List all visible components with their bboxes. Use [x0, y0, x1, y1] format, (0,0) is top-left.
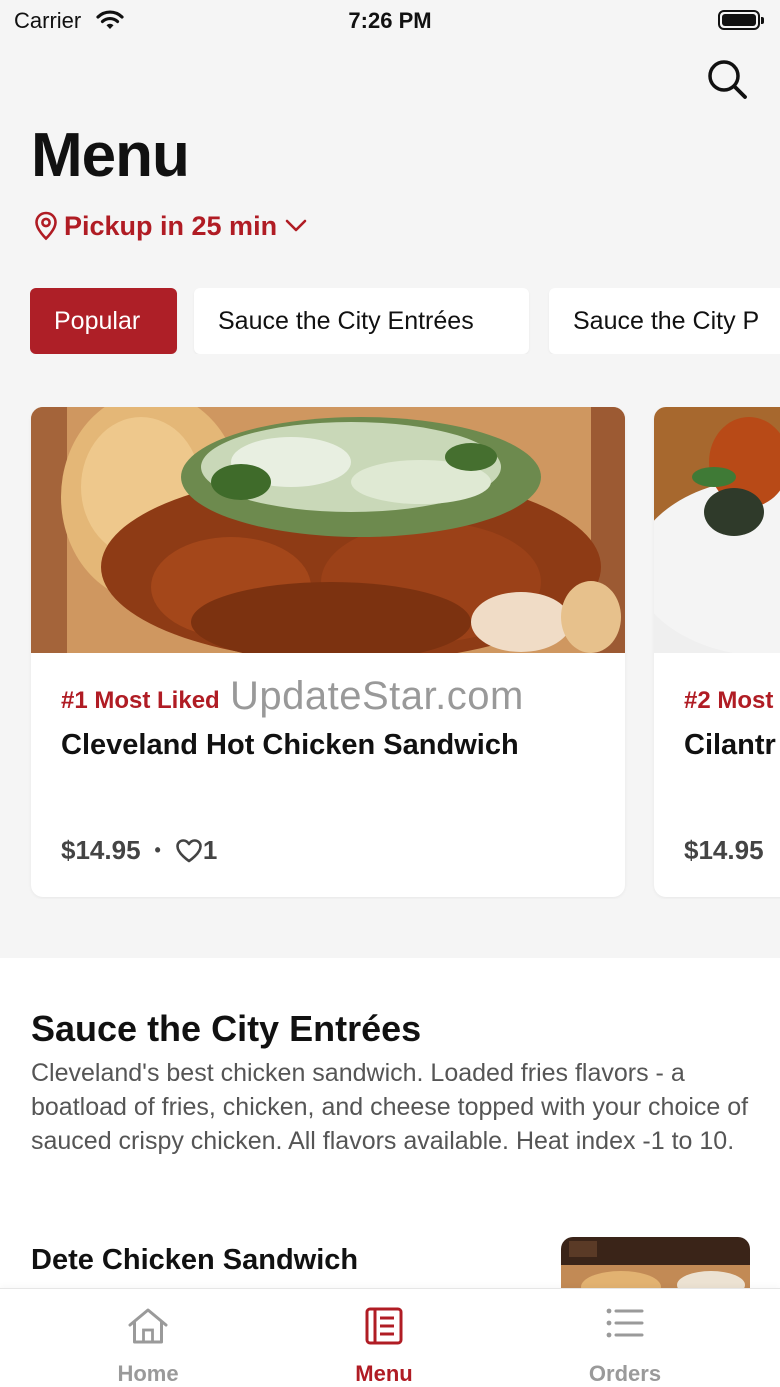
orders-icon: [606, 1308, 644, 1338]
watermark-text: UpdateStar.com: [230, 674, 524, 718]
page-title: Menu: [31, 121, 190, 190]
location-pin-icon: [35, 211, 57, 241]
item-price: $14.95: [61, 835, 141, 865]
item-name: Cilantr: [684, 729, 776, 761]
item-price: $14.95: [684, 835, 764, 865]
status-bar: Carrier 7:26 PM: [0, 0, 780, 40]
food-photo: [654, 407, 780, 653]
chevron-down-icon: [285, 219, 307, 232]
battery-icon: [718, 10, 764, 30]
heart-icon: [176, 838, 202, 862]
category-chip-sauce-the-city-entrees[interactable]: Sauce the City Entrées: [194, 288, 529, 354]
category-chip-label: Sauce the City P: [573, 306, 760, 335]
menu-item-name[interactable]: Dete Chicken Sandwich: [31, 1244, 358, 1277]
tab-menu[interactable]: Menu: [284, 1289, 484, 1387]
food-photo: [31, 407, 625, 653]
tab-label: Menu: [355, 1361, 413, 1386]
home-icon: [128, 1308, 168, 1344]
category-chip-label: Popular: [54, 306, 141, 335]
item-name: Cleveland Hot Chicken Sandwich: [61, 729, 519, 761]
section-description: Cleveland's best chicken sandwich. Loade…: [31, 1059, 749, 1155]
tab-label: Orders: [588, 1361, 662, 1386]
popular-carousel: #1 Most Liked Cleveland Hot Chicken Sand…: [0, 407, 780, 899]
clock: 7:26 PM: [348, 8, 432, 33]
item-meta: $14.95: [684, 835, 764, 866]
search-icon: [708, 60, 747, 99]
pickup-selector[interactable]: Pickup in 25 min: [34, 208, 313, 244]
tab-home[interactable]: Home: [48, 1289, 248, 1387]
tab-orders[interactable]: Orders: [525, 1289, 725, 1387]
search-button[interactable]: [704, 56, 750, 102]
category-chip-sauce-the-city-p[interactable]: Sauce the City P: [549, 288, 780, 354]
pickup-label: Pickup in 25 min: [64, 210, 278, 241]
popular-item-card[interactable]: #2 Most Cilantr $14.95: [654, 407, 780, 897]
popularity-rank: #1 Most Liked: [61, 687, 220, 714]
category-chip-label: Sauce the City Entrées: [218, 306, 474, 335]
category-chip-popular[interactable]: Popular: [30, 288, 177, 354]
item-meta: $14.95 • 1: [61, 835, 217, 866]
like-count: 1: [202, 835, 218, 865]
section-title: Sauce the City Entrées: [31, 1008, 422, 1049]
popularity-rank: #2 Most: [684, 687, 774, 714]
tab-bar: Home Menu Orders: [0, 1288, 780, 1387]
popular-item-card[interactable]: #1 Most Liked Cleveland Hot Chicken Sand…: [31, 407, 625, 897]
tab-label: Home: [117, 1361, 179, 1386]
meta-separator: •: [154, 840, 161, 860]
like-button[interactable]: 1: [175, 835, 217, 866]
category-tabs: Popular Sauce the City Entrées Sauce the…: [30, 288, 780, 354]
menu-icon: [365, 1307, 403, 1345]
